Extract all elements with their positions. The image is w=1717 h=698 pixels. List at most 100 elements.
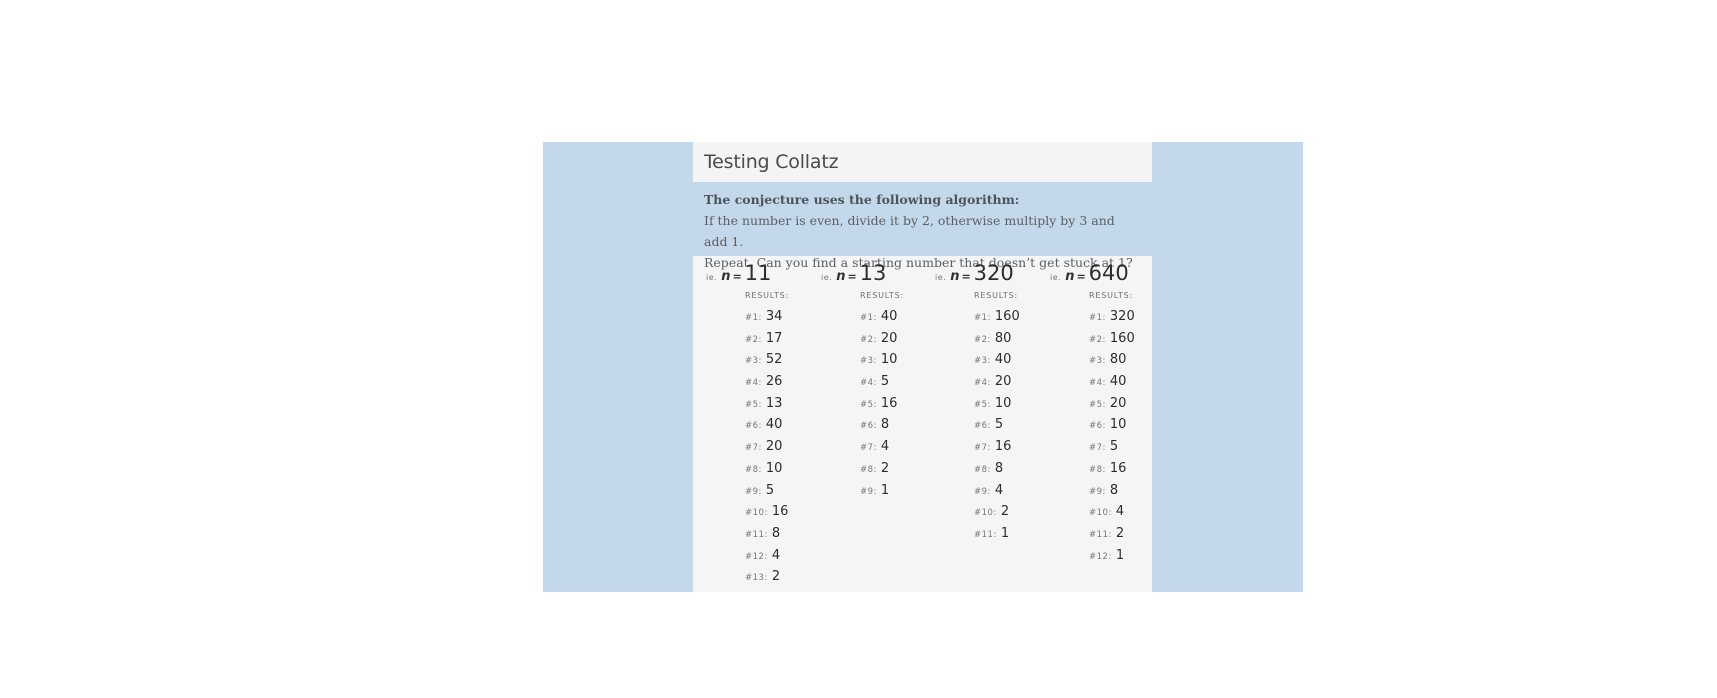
start-number-heading: ie. n = 320 (935, 256, 1045, 286)
result-index: #4: (1089, 378, 1106, 389)
results-label: RESULTS: (974, 291, 1018, 300)
result-index: #7: (745, 443, 762, 454)
result-row: #9: 1 (860, 478, 931, 500)
result-value: 4 (771, 547, 781, 563)
result-row: #1: 34 (745, 304, 816, 326)
result-row: #8: 16 (1089, 456, 1160, 478)
result-value: 16 (1109, 460, 1127, 476)
algorithm-rule: If the number is even, divide it by 2, o… (704, 213, 1115, 249)
result-index: #4: (745, 378, 762, 389)
algorithm-lead: The conjecture uses the following algori… (704, 192, 1020, 207)
result-value: 20 (765, 439, 783, 455)
result-value: 10 (765, 460, 783, 476)
result-value: 8 (771, 525, 781, 541)
start-number: 640 (1088, 261, 1129, 285)
result-row: #9: 5 (745, 478, 816, 500)
result-row: #10: 4 (1089, 499, 1160, 521)
result-value: 2 (1115, 525, 1125, 541)
result-value: 4 (1115, 504, 1125, 520)
result-row: #6: 10 (1089, 412, 1160, 434)
result-row: #7: 20 (745, 434, 816, 456)
start-number-heading: ie. n = 13 (821, 256, 931, 286)
result-index: #6: (974, 421, 991, 432)
result-value: 40 (765, 417, 783, 433)
result-value: 1 (1115, 547, 1125, 563)
start-number: 320 (973, 261, 1014, 285)
result-column: ie. n = 13 RESULTS: #1: 40 #2: 20 #3: 10 #4: 5 #5: 1… (821, 256, 931, 499)
result-row: #4: 20 (974, 369, 1045, 391)
ie-label: ie. (706, 273, 718, 282)
result-value: 2 (771, 569, 781, 585)
result-row: #7: 4 (860, 434, 931, 456)
result-index: #2: (745, 334, 762, 345)
result-index: #3: (745, 356, 762, 367)
result-row: #8: 8 (974, 456, 1045, 478)
result-index: #8: (745, 464, 762, 475)
results-label: RESULTS: (1089, 291, 1133, 300)
result-index: #2: (860, 334, 877, 345)
result-value: 16 (880, 395, 898, 411)
result-value: 40 (880, 309, 898, 324)
result-row: #3: 52 (745, 347, 816, 369)
result-row: #4: 5 (860, 369, 931, 391)
result-value: 1 (1000, 525, 1010, 541)
result-index: #5: (1089, 399, 1106, 410)
result-value: 5 (994, 417, 1004, 433)
result-value: 80 (994, 330, 1012, 346)
result-index: #7: (974, 443, 991, 454)
results-columns: ie. n = 11 RESULTS: #1: 34 #2: 17 #3: 52 #4: 26 #5:… (693, 256, 1152, 592)
n-variable: n (721, 269, 731, 284)
result-value: 26 (765, 374, 783, 390)
result-index: #9: (860, 486, 877, 497)
n-variable: n (836, 269, 846, 284)
result-value: 16 (994, 439, 1012, 455)
result-value: 320 (1109, 309, 1135, 324)
result-value: 10 (1109, 417, 1127, 433)
equals-sign: = (1076, 270, 1086, 283)
result-column: ie. n = 11 RESULTS: #1: 34 #2: 17 #3: 52 #4: 26 #5:… (706, 256, 816, 586)
page-background: Testing Collatz The conjecture uses the … (543, 142, 1303, 592)
result-value: 10 (880, 352, 898, 368)
result-index: #8: (1089, 464, 1106, 475)
result-value: 52 (765, 352, 783, 368)
result-value: 8 (1109, 482, 1119, 498)
result-row: #9: 8 (1089, 478, 1160, 500)
result-index: #9: (1089, 486, 1106, 497)
result-column: ie. n = 640 RESULTS: #1: 320 #2: 160 #3: 80 #4: 40… (1050, 256, 1160, 564)
result-value: 5 (765, 482, 775, 498)
result-value: 13 (765, 395, 783, 411)
result-index: #2: (974, 334, 991, 345)
result-row: #2: 80 (974, 326, 1045, 348)
result-index: #3: (974, 356, 991, 367)
result-index: #10: (1089, 508, 1112, 519)
result-column: ie. n = 320 RESULTS: #1: 160 #2: 80 #3: 40 #4: 20 #… (935, 256, 1045, 543)
start-number: 13 (859, 261, 887, 285)
result-index: #12: (1089, 551, 1112, 562)
result-index: #13: (745, 573, 768, 584)
result-index: #1: (974, 313, 991, 323)
result-index: #1: (745, 313, 762, 323)
result-index: #11: (745, 529, 768, 540)
result-row: #12: 4 (745, 543, 816, 565)
result-row: #4: 40 (1089, 369, 1160, 391)
result-index: #3: (1089, 356, 1106, 367)
result-index: #4: (860, 378, 877, 389)
result-index: #3: (860, 356, 877, 367)
result-row: #11: 1 (974, 521, 1045, 543)
result-row: #6: 5 (974, 412, 1045, 434)
result-row: #7: 5 (1089, 434, 1160, 456)
result-index: #2: (1089, 334, 1106, 345)
collatz-card: Testing Collatz The conjecture uses the … (693, 142, 1152, 592)
result-index: #1: (860, 313, 877, 323)
result-index: #5: (860, 399, 877, 410)
result-value: 2 (1000, 504, 1010, 520)
result-index: #8: (974, 464, 991, 475)
result-row: #6: 40 (745, 412, 816, 434)
result-value: 160 (994, 309, 1020, 324)
result-row: #1: 320 (1089, 304, 1160, 326)
page-title: Testing Collatz (693, 142, 1152, 182)
result-index: #9: (974, 486, 991, 497)
result-value: 20 (1109, 395, 1127, 411)
result-row: #10: 2 (974, 499, 1045, 521)
equals-sign: = (961, 270, 971, 283)
